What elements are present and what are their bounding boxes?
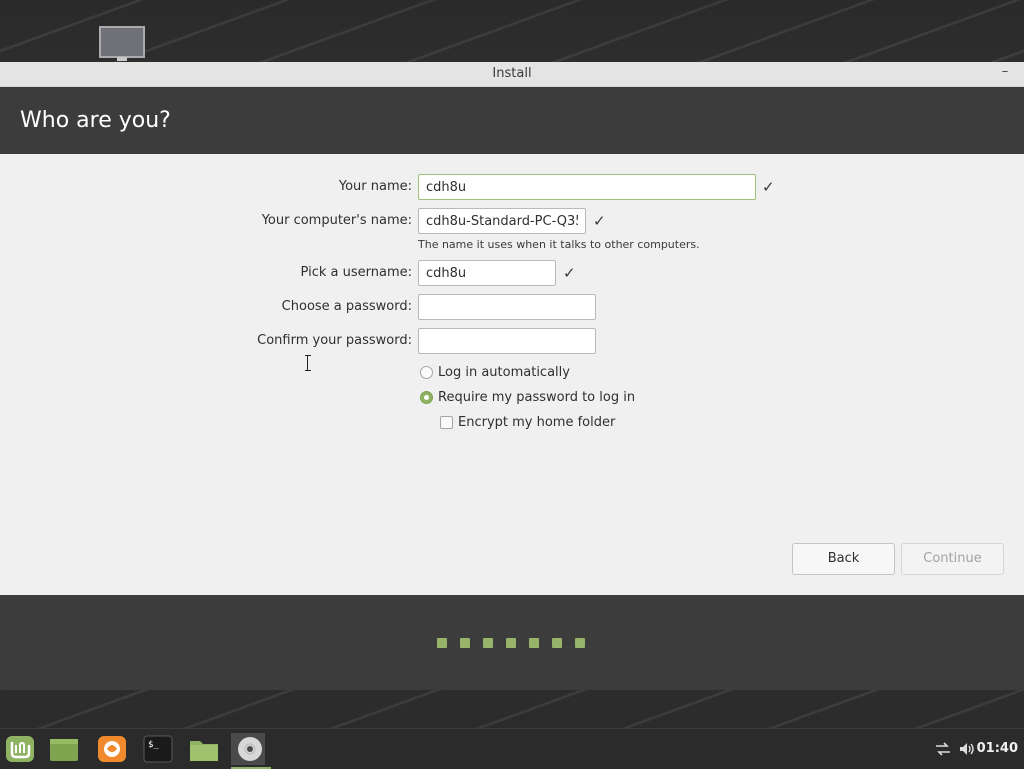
network-icon[interactable]	[934, 741, 952, 761]
taskbar: $_ 01:40	[0, 728, 1024, 769]
computer-name-input[interactable]	[418, 208, 586, 234]
username-input[interactable]	[418, 260, 556, 286]
svg-text:$_: $_	[148, 740, 159, 750]
continue-button[interactable]: Continue	[901, 543, 1004, 575]
encrypt-home-option[interactable]: Encrypt my home folder	[440, 413, 640, 433]
progress-footer	[0, 595, 1024, 690]
computer-name-check-icon: ✓	[593, 212, 606, 230]
password-input[interactable]	[418, 294, 596, 320]
minimize-button[interactable]: –	[998, 62, 1012, 86]
require-password-option[interactable]: Require my password to log in	[420, 388, 640, 408]
computer-name-label: Your computer's name:	[261, 213, 412, 228]
page-title: Who are you?	[20, 108, 171, 133]
files-icon[interactable]	[187, 733, 221, 765]
username-row: Pick a username: ✓	[0, 259, 1024, 287]
page-header: Who are you?	[0, 87, 1024, 154]
text-cursor-icon	[305, 355, 311, 371]
password-label: Choose a password:	[281, 299, 412, 314]
progress-step	[460, 638, 470, 648]
require-password-radio[interactable]	[420, 391, 433, 404]
username-check-icon: ✓	[563, 264, 576, 282]
your-name-label: Your name:	[338, 179, 412, 194]
your-name-check-icon: ✓	[762, 178, 775, 196]
firefox-icon[interactable]	[95, 733, 129, 765]
login-automatically-label: Log in automatically	[438, 365, 570, 380]
progress-step	[575, 638, 585, 648]
your-name-input[interactable]	[418, 174, 756, 200]
progress-step	[483, 638, 493, 648]
volume-icon[interactable]	[958, 741, 976, 761]
encrypt-home-checkbox[interactable]	[440, 416, 453, 429]
window-titlebar[interactable]: Install –	[0, 62, 1024, 87]
terminal-icon[interactable]: $_	[141, 733, 175, 765]
progress-step	[552, 638, 562, 648]
install-window: Install – Who are you? Your name: ✓ Your…	[0, 62, 1024, 690]
computer-desktop-icon[interactable]	[99, 26, 145, 58]
back-button[interactable]: Back	[792, 543, 895, 575]
username-label: Pick a username:	[300, 265, 412, 280]
confirm-password-label: Confirm your password:	[257, 333, 412, 348]
mint-menu-icon[interactable]	[3, 733, 37, 765]
progress-step	[529, 638, 539, 648]
disc-installer-icon[interactable]	[231, 733, 271, 769]
require-password-label: Require my password to log in	[438, 390, 636, 405]
your-name-row: Your name: ✓	[0, 173, 1024, 201]
progress-step	[506, 638, 516, 648]
progress-step	[437, 638, 447, 648]
login-automatically-option[interactable]: Log in automatically	[420, 363, 620, 383]
computer-name-row: Your computer's name: ✓	[0, 207, 1024, 235]
clock[interactable]: 01:40	[977, 729, 1018, 769]
password-row: Choose a password:	[0, 293, 1024, 321]
encrypt-home-label: Encrypt my home folder	[458, 415, 616, 430]
user-form: Your name: ✓ Your computer's name: ✓ The…	[0, 154, 1024, 595]
show-desktop-icon[interactable]	[47, 733, 81, 765]
window-title: Install	[492, 66, 532, 81]
computer-name-hint: The name it uses when it talks to other …	[418, 238, 700, 251]
confirm-password-row: Confirm your password:	[0, 327, 1024, 355]
computer-desktop-icon-stand	[117, 57, 127, 61]
confirm-password-input[interactable]	[418, 328, 596, 354]
login-automatically-radio[interactable]	[420, 366, 433, 379]
